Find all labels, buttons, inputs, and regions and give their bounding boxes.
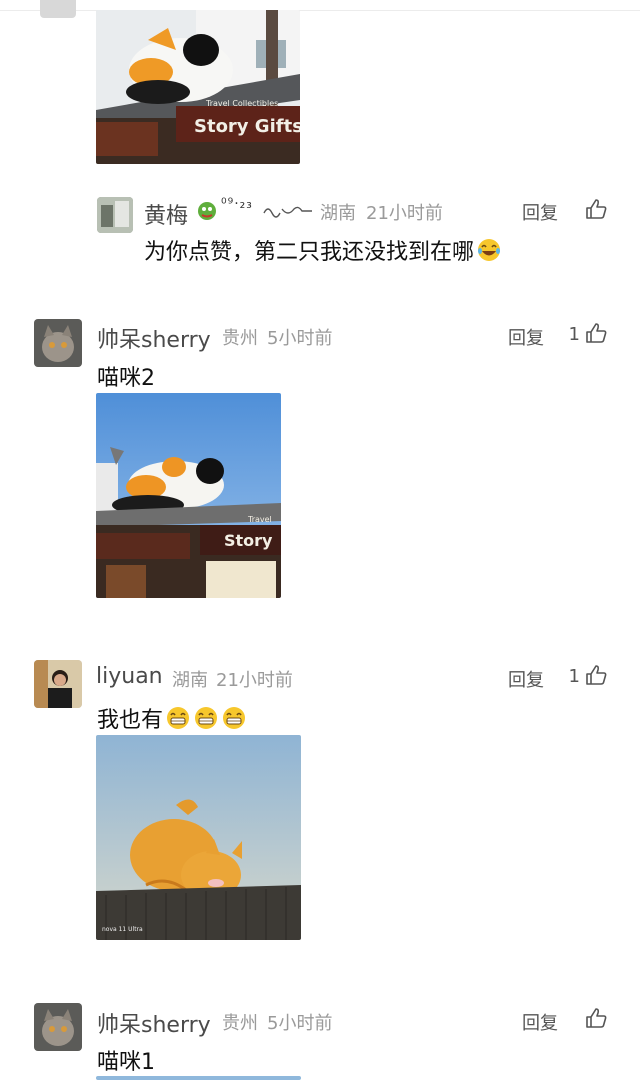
username[interactable]: liyuan xyxy=(96,664,163,689)
store-sign-small: Travel xyxy=(247,515,272,524)
comment-text: 我也有 xyxy=(97,702,247,734)
like-count: 1 xyxy=(568,324,580,345)
thumbs-up-icon[interactable] xyxy=(585,1007,607,1029)
username-text: 黄梅 xyxy=(144,204,189,229)
comment-image[interactable]: Story Travel xyxy=(96,393,281,598)
timestamp: 5小时前 xyxy=(267,328,333,349)
location: 贵州 xyxy=(222,1013,258,1034)
comment-image[interactable]: nova 11 Ultra xyxy=(96,735,301,940)
grinning-emoji-icon xyxy=(195,707,218,729)
comment-text: 为你点赞，第二只我还没找到在哪 xyxy=(144,234,502,266)
username[interactable]: 帅呆sherry xyxy=(97,322,211,354)
store-sign-text: Story Gifts xyxy=(194,116,300,137)
avatar[interactable] xyxy=(34,660,82,708)
location: 湖南 xyxy=(320,203,356,224)
username[interactable]: 黄梅 xyxy=(144,198,188,230)
thumbs-up-icon[interactable] xyxy=(585,322,607,344)
comment-text: 喵咪2 xyxy=(97,366,155,391)
comment-text: 喵咪1 xyxy=(97,1050,155,1075)
username[interactable]: 帅呆sherry xyxy=(97,1007,211,1039)
dragon-emoji-icon xyxy=(198,202,216,220)
reply-button[interactable]: 回复 xyxy=(508,324,544,350)
comment-image[interactable]: Story Gifts Travel Collectibles xyxy=(96,10,300,164)
cat-sculpture-photo: Story Gifts Travel Collectibles xyxy=(96,10,300,164)
avatar-image xyxy=(97,197,133,233)
store-sign-small: Travel Collectibles xyxy=(205,99,278,108)
thumbs-up-icon[interactable] xyxy=(585,198,607,220)
reply-button[interactable]: 回复 xyxy=(508,666,544,692)
grinning-emoji-icon xyxy=(167,707,190,729)
thumbs-up-icon[interactable] xyxy=(585,664,607,686)
name-decoration: ⁰⁹·₂₃ xyxy=(221,196,253,212)
comment-text-content: 我也有 xyxy=(97,708,164,733)
location: 贵州 xyxy=(222,328,258,349)
decorative-swirl-icon xyxy=(263,206,312,218)
like-count: 1 xyxy=(568,666,580,687)
cat-sculpture-photo: Story Travel xyxy=(96,393,281,598)
cat-avatar-image xyxy=(34,1003,82,1051)
avatar[interactable] xyxy=(34,1003,82,1051)
comment-image[interactable] xyxy=(96,1076,301,1080)
avatar[interactable] xyxy=(97,197,133,233)
timestamp: 5小时前 xyxy=(267,1013,333,1034)
cat-avatar-image xyxy=(34,319,82,367)
timestamp: 21小时前 xyxy=(216,670,293,691)
avatar[interactable] xyxy=(40,0,76,18)
photo-watermark: nova 11 Ultra xyxy=(102,926,143,933)
avatar-image xyxy=(34,660,82,708)
comment-text-content: 为你点赞，第二只我还没找到在哪 xyxy=(144,240,475,265)
grinning-emoji-icon xyxy=(223,707,246,729)
reply-button[interactable]: 回复 xyxy=(522,1009,558,1035)
avatar[interactable] xyxy=(34,319,82,367)
laughing-emoji-icon xyxy=(478,239,501,261)
store-sign-text: Story xyxy=(224,531,273,550)
timestamp: 21小时前 xyxy=(366,203,443,224)
reply-button[interactable]: 回复 xyxy=(522,199,558,225)
cat-sculpture-photo: nova 11 Ultra xyxy=(96,735,301,940)
location: 湖南 xyxy=(172,670,208,691)
